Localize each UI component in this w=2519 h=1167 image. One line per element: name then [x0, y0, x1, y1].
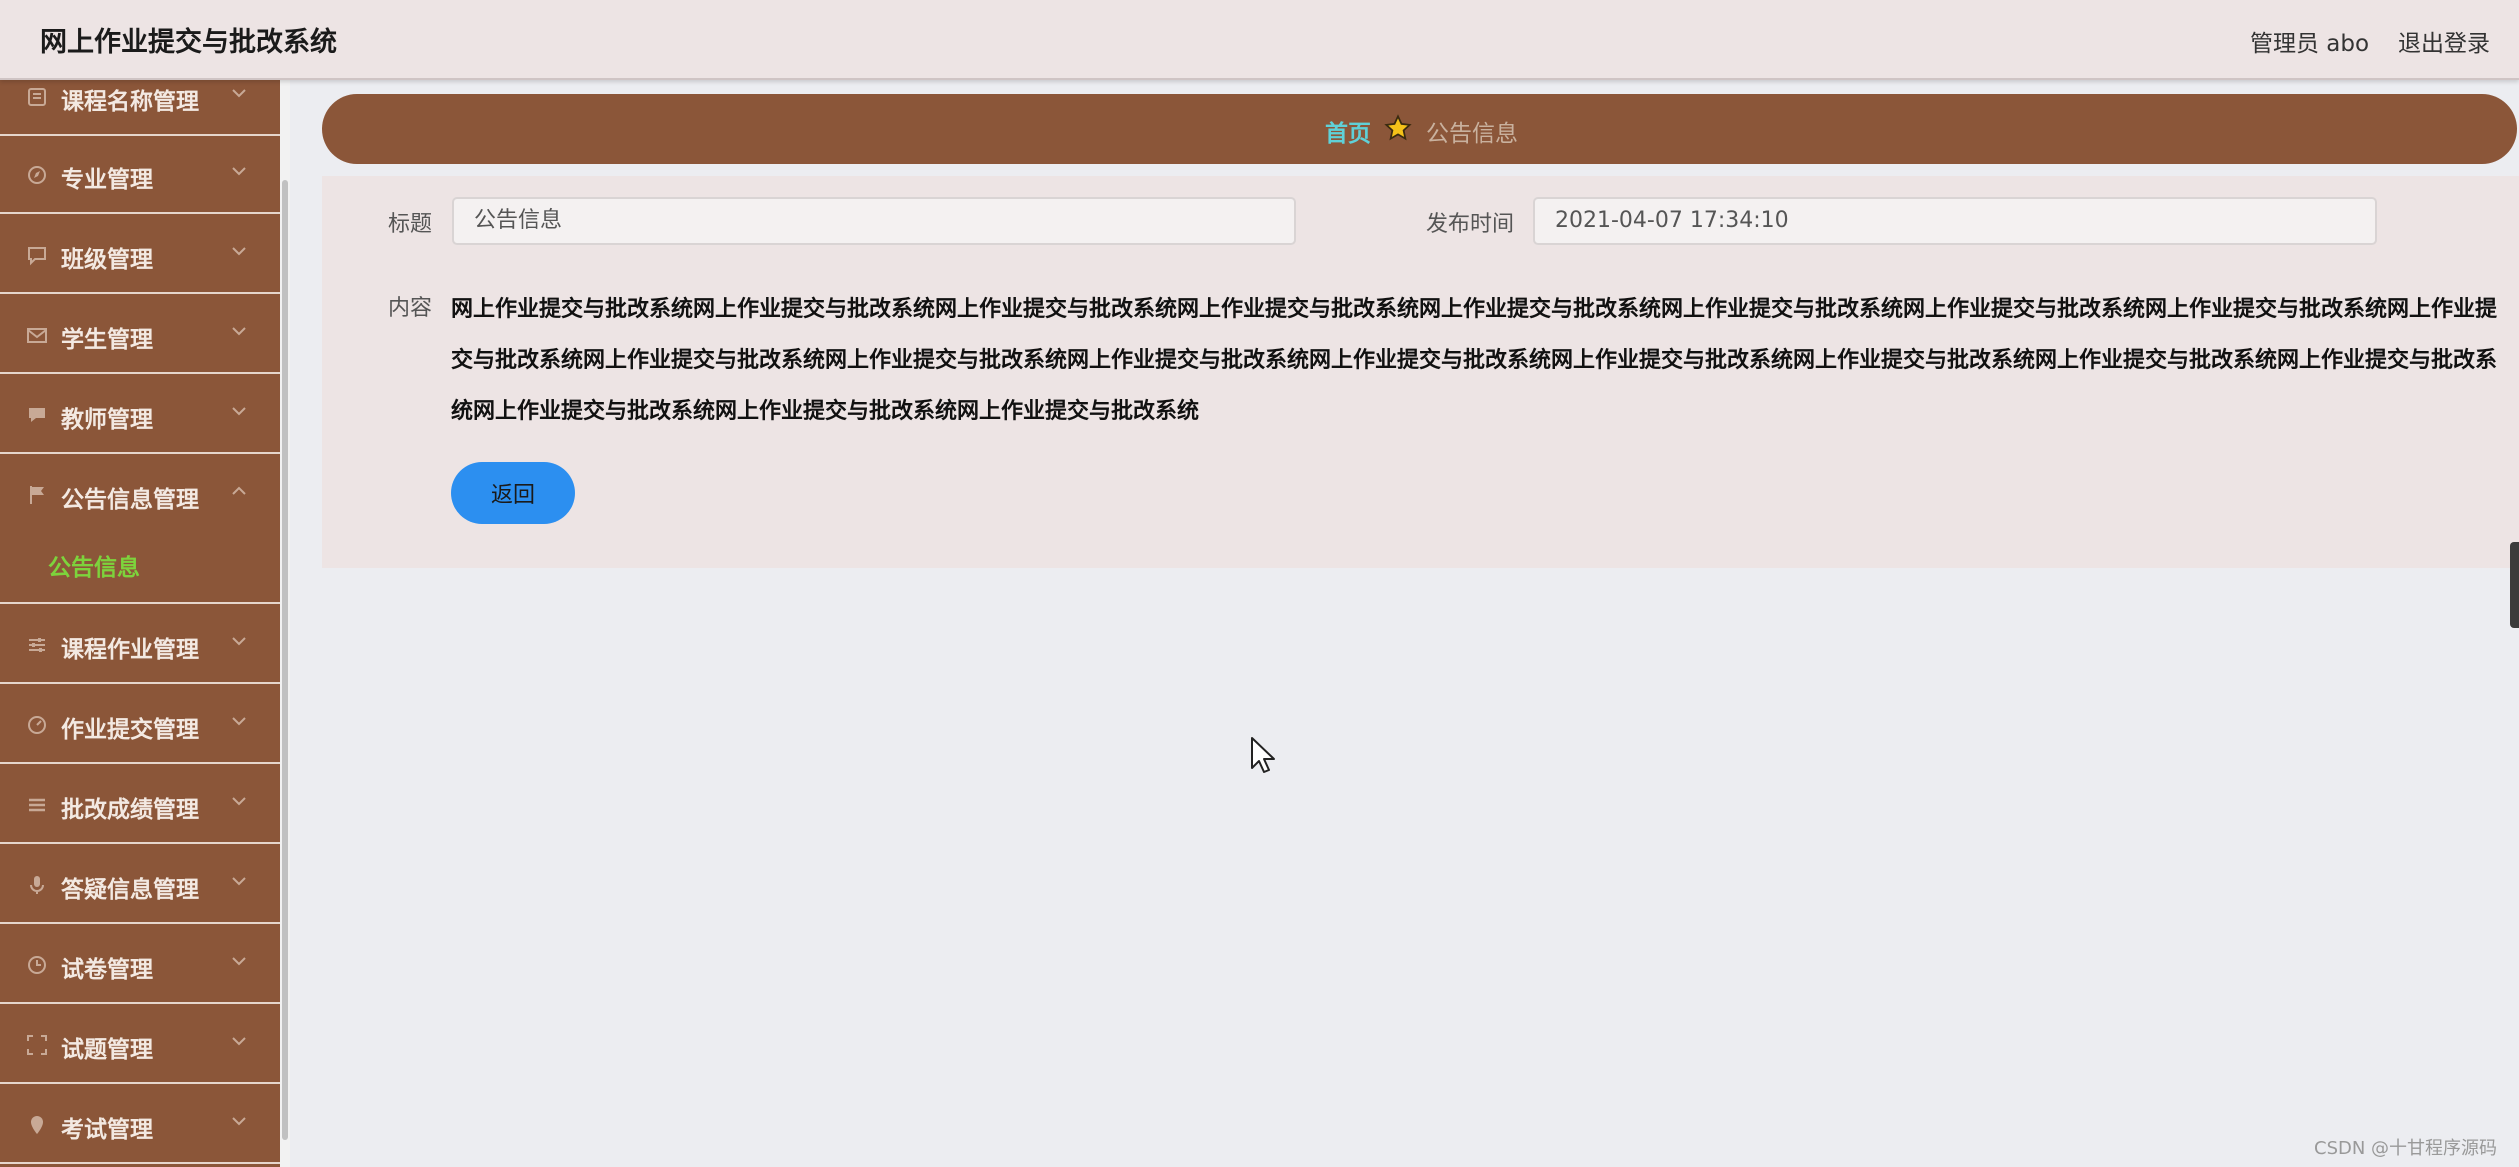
chevron-down-icon: [232, 167, 246, 176]
breadcrumb-home-link[interactable]: 首页: [1325, 114, 1371, 148]
star-icon: [1384, 114, 1412, 141]
sidebar-item-course-name[interactable]: 课程名称管理: [0, 80, 280, 136]
publish-time-label: 发布时间: [1426, 212, 1515, 237]
sidebar-item-label: 公告信息管理: [61, 487, 199, 513]
sidebar-item-label: 批改成绩管理: [61, 797, 199, 823]
pin-icon: [26, 1114, 48, 1136]
top-header: 网上作业提交与批改系统 管理员 abo 退出登录: [0, 0, 2519, 80]
sidebar-item-label: 班级管理: [61, 247, 153, 273]
chevron-down-icon: [232, 797, 246, 806]
book-icon: [26, 86, 48, 108]
title-label: 标题: [388, 212, 433, 237]
content-text: 网上作业提交与批改系统网上作业提交与批改系统网上作业提交与批改系统网上作业提交与…: [451, 297, 2498, 424]
sidebar-item-major[interactable]: 专业管理: [0, 136, 280, 214]
list-icon: [26, 794, 48, 816]
sidebar-item-student[interactable]: 学生管理: [0, 296, 280, 374]
sidebar-scrollbar[interactable]: [280, 80, 290, 1167]
publish-time-field[interactable]: 2021-04-07 17:34:10: [1533, 197, 2377, 245]
sidebar-item-course-homework[interactable]: 课程作业管理: [0, 606, 280, 684]
flag-icon: [26, 484, 48, 506]
chevron-down-icon: [232, 407, 246, 416]
frame-icon: [26, 1034, 48, 1056]
breadcrumb: 首页 公告信息: [322, 94, 2517, 164]
clock-icon: [26, 954, 48, 976]
sidebar-item-grading[interactable]: 批改成绩管理: [0, 766, 280, 844]
breadcrumb-current: 公告信息: [1426, 121, 1518, 147]
chevron-down-icon: [232, 89, 246, 98]
sidebar-item-exam[interactable]: 考试管理: [0, 1086, 280, 1164]
sidebar-item-label: 作业提交管理: [61, 717, 199, 743]
page-scrollbar-thumb[interactable]: [2510, 542, 2519, 628]
sidebar-item-label: 试卷管理: [61, 957, 153, 983]
sidebar-scrollbar-thumb[interactable]: [282, 180, 288, 1140]
sidebar-item-teacher[interactable]: 教师管理: [0, 376, 280, 454]
sidebar-item-label: 试题管理: [61, 1037, 153, 1063]
announcement-detail-form: 标题 公告信息 发布时间 2021-04-07 17:34:10 内容 网上作业…: [322, 176, 2519, 568]
sidebar-item-label: 教师管理: [61, 407, 153, 433]
sidebar-item-question[interactable]: 试题管理: [0, 1006, 280, 1084]
chevron-down-icon: [232, 247, 246, 256]
sidebar-menu: 课程名称管理 专业管理 班级管理 学生管理 教师管理 公告信息管理 公告信息 课…: [0, 80, 280, 1167]
watermark: CSDN @十甘程序源码: [2314, 1138, 2498, 1159]
title-field[interactable]: 公告信息: [452, 197, 1296, 245]
sidebar-item-announcement[interactable]: 公告信息管理 公告信息: [0, 456, 280, 604]
chevron-down-icon: [232, 1037, 246, 1046]
logout-link[interactable]: 退出登录: [2398, 24, 2490, 58]
sidebar-item-label: 课程名称管理: [61, 89, 199, 115]
mouse-cursor-icon: [1251, 737, 1275, 773]
chevron-down-icon: [232, 1117, 246, 1126]
chevron-down-icon: [232, 877, 246, 886]
app-title: 网上作业提交与批改系统: [40, 27, 337, 58]
sliders-icon: [26, 634, 48, 656]
sidebar-item-label: 学生管理: [61, 327, 153, 353]
current-user-label: 管理员 abo: [2250, 31, 2370, 57]
chevron-up-icon: [232, 486, 246, 495]
sidebar-item-label: 考试管理: [61, 1117, 153, 1143]
sidebar-item-class[interactable]: 班级管理: [0, 216, 280, 294]
sidebar-item-label: 专业管理: [61, 167, 153, 193]
sidebar-item-label: 答疑信息管理: [61, 877, 199, 903]
sidebar-item-qa[interactable]: 答疑信息管理: [0, 846, 280, 924]
sidebar-item-label: 课程作业管理: [61, 637, 199, 663]
chat-icon: [26, 244, 48, 266]
sidebar-subitem-announcement-info[interactable]: 公告信息: [48, 548, 140, 582]
mail-icon: [26, 324, 48, 346]
sidebar-item-homework-submission[interactable]: 作业提交管理: [0, 686, 280, 764]
microphone-icon: [26, 874, 48, 896]
back-button[interactable]: 返回: [451, 462, 575, 524]
content-label: 内容: [388, 296, 433, 321]
sidebar-item-exam-paper[interactable]: 试卷管理: [0, 926, 280, 1004]
chevron-down-icon: [232, 717, 246, 726]
chevron-down-icon: [232, 957, 246, 966]
compass-icon: [26, 164, 48, 186]
chevron-down-icon: [232, 327, 246, 336]
chevron-down-icon: [232, 637, 246, 646]
comment-icon: [26, 404, 48, 426]
gauge-icon: [26, 714, 48, 736]
